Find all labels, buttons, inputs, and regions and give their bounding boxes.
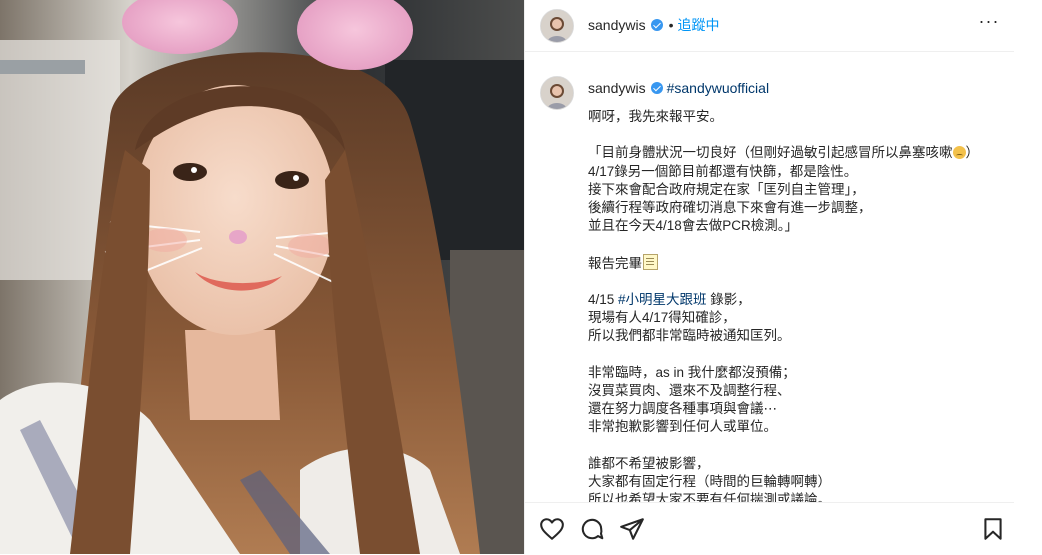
caption-line: 誰都不希望被影響， [588,455,710,471]
paper-plane-icon[interactable] [619,516,645,542]
action-bar [525,502,1015,555]
bookmark-icon[interactable] [980,516,1006,542]
caption-line: 「目前身體狀況一切良好（但剛好過敏引起感冒所以鼻塞咳嗽 [588,145,953,161]
caption-line: 錄影， [706,292,751,308]
post-image[interactable] [0,0,524,554]
memo-emoji-icon [643,253,658,270]
caption-line: 還在努力調度各種事項與會議⋯ [588,401,777,417]
caption-area: sandywis #sandywuofficial 啊呀，我先來報平安。 「目前身… [525,52,1015,502]
caption-line: 後續行程等政府確切消息下來會有進一步調整， [588,200,872,216]
verified-badge-icon [650,82,663,94]
caption-line: 沒買菜買肉、還來不及調整行程、 [588,383,791,399]
caption-line: 大家都有固定行程（時間的巨輪轉啊轉） [588,474,831,490]
post-header: sandywis • 追蹤中 ··· [525,0,1015,52]
selfie-photo [0,0,524,554]
caption-avatar[interactable] [540,76,574,110]
caption-username[interactable]: sandywis [588,80,646,96]
verified-badge-icon [650,19,663,31]
comment-icon[interactable] [579,516,605,542]
caption-line: 並且在今天4/18會去做PCR檢測。」 [588,218,799,234]
caption-line: 非常抱歉影響到任何人或單位。 [588,419,777,435]
hashtag-link[interactable]: #sandywuofficial [667,80,769,96]
page-margin [1014,0,1042,554]
post-details-panel: sandywis • 追蹤中 ··· sandywis #sandywuofficia… [524,0,1015,555]
caption-line: ） [965,145,980,161]
caption-line: 報告完畢 [588,255,642,271]
caption-line: 接下來會配合政府規定在家「匡列自主管理」， [588,181,865,197]
caption-line: 所以也希望大家不要有任何揣測或議論。 [588,492,831,502]
caption-line: 非常臨時，as in 我什麼都沒預備； [588,364,796,380]
caption-line: 4/17錄另一個節目前都還有快篩，都是陰性。 [588,163,858,179]
caption-user-line: sandywis #sandywuofficial [588,80,769,96]
avatar[interactable] [540,9,574,43]
heart-icon[interactable] [539,516,565,542]
separator-dot: • [668,17,674,33]
caption-line: 現場有人4/17得知確診， [588,310,736,326]
caption-line: 4/15 [588,292,619,308]
caption-line: 所以我們都非常臨時被通知匡列。 [588,328,791,344]
caption-text: 啊呀，我先來報平安。 「目前身體狀況一切良好（但剛好過敏引起感冒所以鼻塞咳嗽） … [588,108,998,502]
more-options-icon[interactable]: ··· [977,12,1001,34]
hashtag-link[interactable]: #小明星大跟班 [618,292,707,307]
header-user-line: sandywis • 追蹤中 [588,15,720,35]
caption-line: 啊呀，我先來報平安。 [588,109,723,124]
header-username[interactable]: sandywis [588,17,646,33]
sad-face-emoji-icon [952,146,966,160]
following-button[interactable]: 追蹤中 [678,17,720,33]
